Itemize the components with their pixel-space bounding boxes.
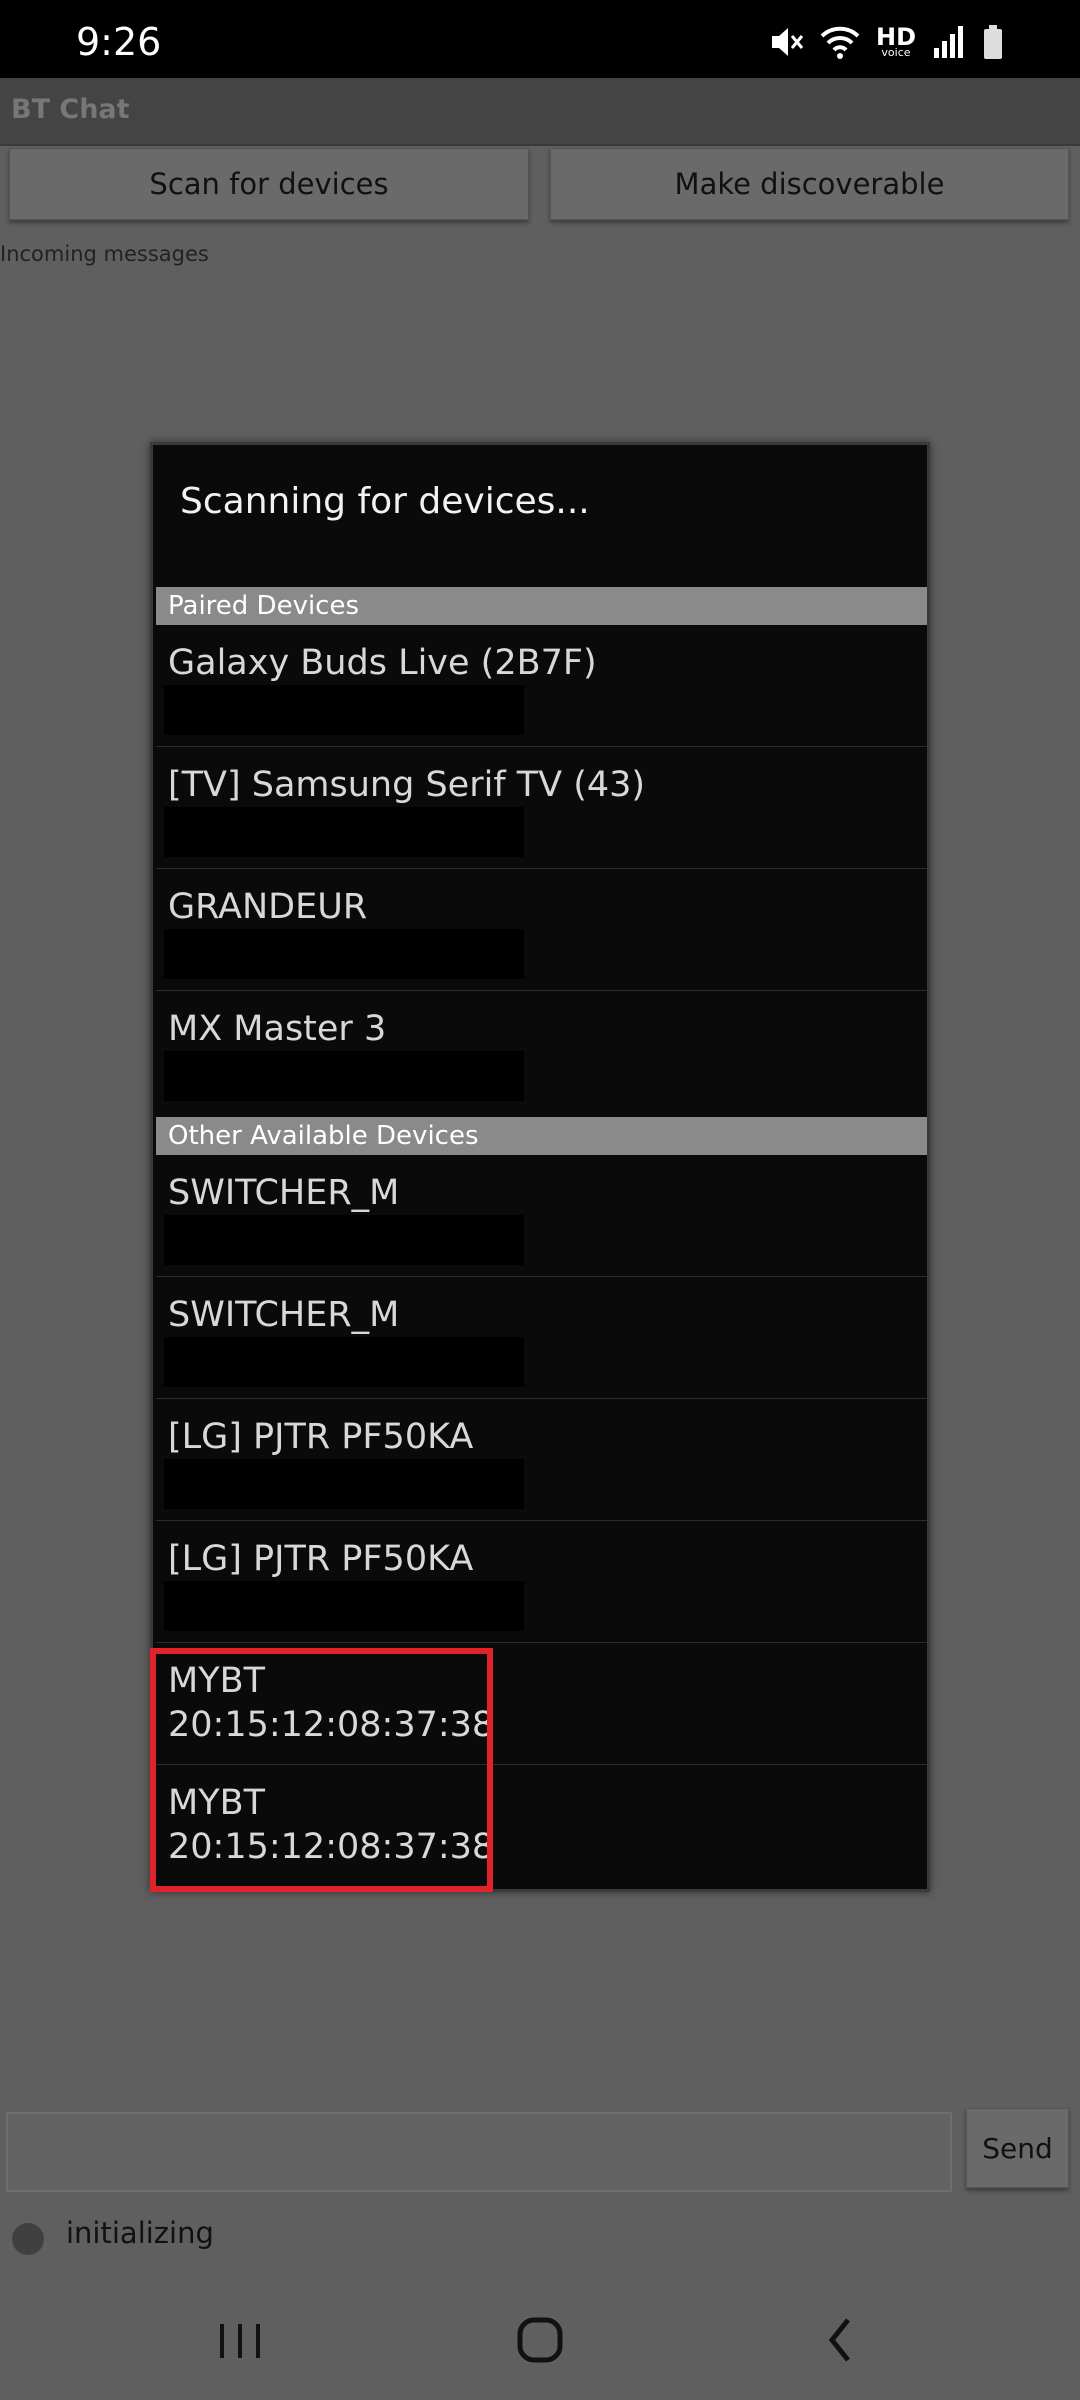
scan-button[interactable]: Scan for devices bbox=[9, 148, 529, 220]
status-indicator-dot bbox=[12, 2223, 44, 2255]
device-name: SWITCHER_M bbox=[168, 1173, 400, 1213]
paired-devices-header: Paired Devices bbox=[156, 587, 927, 625]
redacted-address bbox=[164, 1459, 524, 1509]
available-device-item[interactable]: SWITCHER_M bbox=[156, 1155, 927, 1277]
status-text: initializing bbox=[66, 2216, 214, 2250]
app-title: BT Chat bbox=[11, 94, 130, 125]
dialog-title: Scanning for devices... bbox=[180, 481, 590, 522]
available-device-item[interactable]: MYBT 20:15:12:08:37:38 bbox=[156, 1643, 927, 1765]
message-input[interactable] bbox=[6, 2112, 952, 2192]
available-device-item[interactable]: MYBT 20:15:12:08:37:38 bbox=[156, 1765, 927, 1887]
wifi-icon bbox=[820, 26, 860, 59]
redacted-address bbox=[164, 929, 524, 979]
device-name: [LG] PJTR PF50KA bbox=[168, 1539, 474, 1579]
redacted-address bbox=[164, 1215, 524, 1265]
redacted-address bbox=[164, 1051, 524, 1101]
redacted-address bbox=[164, 685, 524, 735]
device-name: [LG] PJTR PF50KA bbox=[168, 1417, 474, 1457]
device-name: [TV] Samsung Serif TV (43) bbox=[168, 765, 646, 805]
device-name: SWITCHER_M bbox=[168, 1295, 400, 1335]
status-bar: 9:26 HD voice bbox=[0, 0, 1080, 78]
paired-device-item[interactable]: [TV] Samsung Serif TV (43) bbox=[156, 747, 927, 869]
paired-device-item[interactable]: GRANDEUR bbox=[156, 869, 927, 991]
device-name: Galaxy Buds Live (2B7F) bbox=[168, 643, 597, 683]
signal-icon bbox=[934, 26, 963, 58]
app-bar: BT Chat bbox=[0, 78, 1080, 146]
available-device-item[interactable]: [LG] PJTR PF50KA bbox=[156, 1521, 927, 1643]
device-address: 20:15:12:08:37:38 bbox=[168, 1827, 495, 1867]
mute-icon bbox=[771, 28, 804, 56]
device-address: 20:15:12:08:37:38 bbox=[168, 1705, 495, 1745]
redacted-address bbox=[164, 1581, 524, 1631]
available-device-item[interactable]: [LG] PJTR PF50KA bbox=[156, 1399, 927, 1521]
status-icons: HD voice bbox=[768, 22, 1004, 62]
home-icon[interactable] bbox=[500, 2310, 580, 2370]
incoming-messages-label: Incoming messages bbox=[0, 242, 209, 266]
hd-voice-icon: HD voice bbox=[876, 25, 916, 59]
device-name: MYBT bbox=[168, 1783, 265, 1823]
voice-label: voice bbox=[881, 46, 911, 59]
device-name: MYBT bbox=[168, 1661, 265, 1701]
paired-device-item[interactable]: Galaxy Buds Live (2B7F) bbox=[156, 625, 927, 747]
available-device-item[interactable]: SWITCHER_M bbox=[156, 1277, 927, 1399]
status-time: 9:26 bbox=[76, 20, 162, 64]
redacted-address bbox=[164, 1337, 524, 1387]
make-discoverable-button[interactable]: Make discoverable bbox=[550, 148, 1069, 220]
paired-device-item[interactable]: MX Master 3 bbox=[156, 991, 927, 1113]
recent-apps-icon[interactable] bbox=[200, 2310, 280, 2370]
back-icon[interactable] bbox=[800, 2310, 880, 2370]
other-devices-header: Other Available Devices bbox=[156, 1117, 927, 1155]
device-list-dialog: Scanning for devices... Paired Devices G… bbox=[150, 442, 930, 1892]
device-name: MX Master 3 bbox=[168, 1009, 387, 1049]
device-name: GRANDEUR bbox=[168, 887, 368, 927]
redacted-address bbox=[164, 807, 524, 857]
send-button[interactable]: Send bbox=[966, 2108, 1069, 2188]
battery-icon bbox=[984, 25, 1002, 59]
navigation-bar bbox=[0, 2280, 1080, 2400]
